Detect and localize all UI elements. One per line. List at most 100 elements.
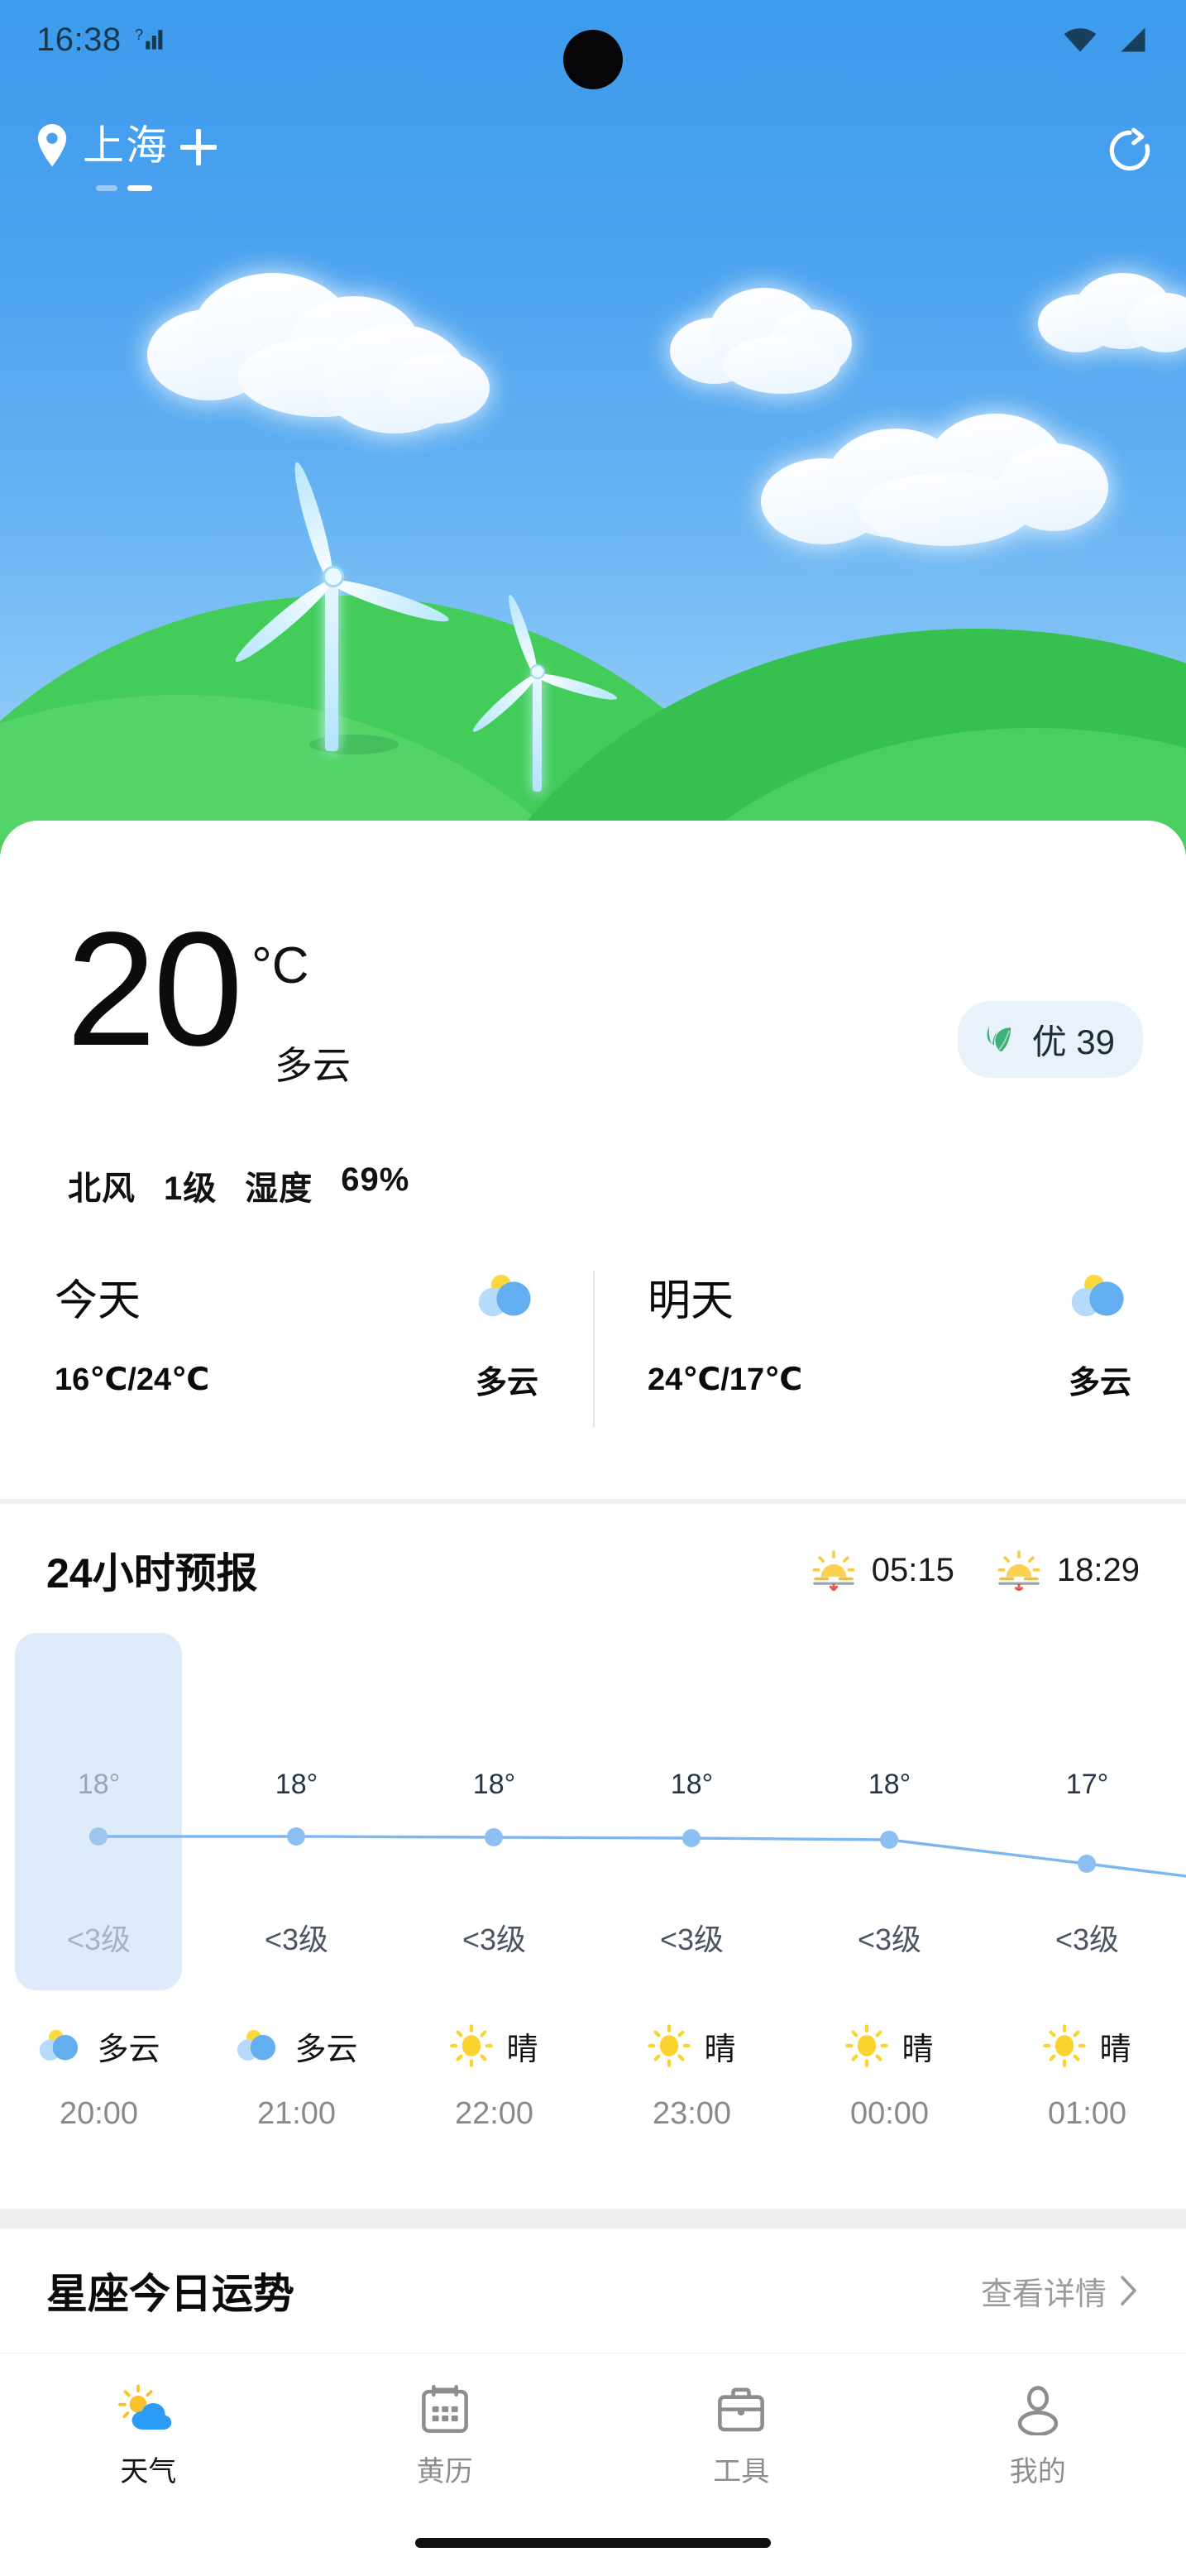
tomorrow-temps: 24℃/17℃ — [648, 1362, 803, 1397]
hourly-forecast-header: 24小时预报 05:15 18:29 — [0, 1504, 1186, 1636]
today-label: 今天 — [55, 1276, 141, 1325]
hour-column[interactable]: 18° <3级 — [395, 1628, 593, 2009]
sunset-icon — [997, 1550, 1040, 1591]
refresh-button[interactable] — [1107, 124, 1153, 178]
hour-time: 22:00 — [454, 2096, 534, 2131]
tomorrow-label: 明天 — [648, 1276, 734, 1325]
hourly-temperature-chart[interactable]: 18° <3级 18° <3级 18° <3级 18° <3级 18° <3级 … — [0, 1628, 1186, 2009]
tab-label-tools: 工具 — [713, 2455, 770, 2487]
tab-label-weather: 天气 — [120, 2455, 177, 2487]
hour-column[interactable]: 17° <3级 — [988, 1628, 1186, 2009]
page-dot[interactable] — [96, 185, 117, 191]
wifi-icon — [1064, 28, 1097, 52]
sunrise-time: 05:15 — [871, 1551, 954, 1588]
air-quality-badge[interactable]: 优 39 — [957, 1001, 1143, 1078]
weather-app-screen: 16:38 ? 上海 20 °C 多云 优 39 北风 1级 湿度 69% 今天… — [0, 0, 1186, 2576]
home-indicator[interactable] — [415, 2538, 771, 2548]
hour-temp: 18° — [868, 1769, 911, 1800]
tab-profile[interactable]: 我的 — [890, 2353, 1186, 2519]
hour-condition-cell: 晴 — [395, 2000, 593, 2091]
horoscope-more-link[interactable]: 查看详情 — [981, 2268, 1140, 2314]
hourly-time-row: 20:00 21:00 22:00 23:00 00:00 01:00 — [0, 2096, 1186, 2171]
refresh-icon — [1109, 127, 1150, 171]
hour-wind: <3级 — [1054, 1922, 1120, 1956]
hour-wind: <3级 — [66, 1922, 132, 1956]
tomorrow-card[interactable]: 明天 24℃/17℃ 多云 — [593, 1251, 1186, 1466]
hour-condition-cell: 晴 — [791, 2000, 988, 2091]
hour-time: 00:00 — [849, 2096, 930, 2131]
sun-behind-cloud-icon — [40, 2029, 79, 2061]
hour-time: 21:00 — [256, 2096, 337, 2131]
hour-column[interactable]: 18° <3级 — [593, 1628, 791, 2009]
wind-turbine-icon — [469, 592, 678, 798]
hour-time: 20:00 — [59, 2096, 139, 2131]
hourly-columns: 18° <3级 18° <3级 18° <3级 18° <3级 18° <3级 … — [0, 1628, 1186, 2009]
today-card[interactable]: 今天 16℃/24℃ 多云 — [0, 1251, 593, 1466]
sunrise-info: 05:15 — [811, 1549, 954, 1591]
sun-behind-cloud-icon — [1071, 1275, 1124, 1317]
location-header: 上海 — [0, 124, 1186, 223]
city-name[interactable]: 上海 — [83, 125, 169, 170]
hour-condition: 多云 — [294, 2032, 358, 2067]
hour-condition: 晴 — [704, 2032, 736, 2067]
wind-humidity-row: 北风 1级 湿度 69% — [68, 1161, 409, 1209]
horoscope-more-label: 查看详情 — [980, 2277, 1107, 2312]
svg-text:?: ? — [135, 26, 143, 43]
sun-icon — [1043, 2024, 1087, 2067]
hour-condition: 多云 — [97, 2032, 160, 2067]
tab-weather[interactable]: 天气 — [0, 2353, 297, 2519]
hour-condition-cell: 晴 — [988, 2000, 1186, 2091]
signal-bars-icon — [1121, 27, 1145, 52]
hour-condition-cell: 多云 — [0, 2000, 198, 2091]
horoscope-card[interactable]: 星座今日运势 查看详情 — [0, 2229, 1186, 2353]
horoscope-title: 星座今日运势 — [46, 2271, 294, 2317]
hour-temp: 18° — [472, 1769, 516, 1800]
tab-tools[interactable]: 工具 — [593, 2353, 890, 2519]
bottom-tab-bar: 天气 黄历 工具 我的 — [0, 2353, 1186, 2576]
hour-column[interactable]: 18° <3级 — [198, 1628, 395, 2009]
current-condition: 多云 — [275, 1044, 351, 1087]
sun-behind-cloud-icon — [478, 1275, 531, 1317]
hour-column[interactable]: 18° <3级 — [0, 1628, 198, 2009]
hour-condition: 晴 — [1099, 2032, 1131, 2067]
temperature-unit: °C — [251, 937, 309, 994]
today-condition: 多云 — [475, 1366, 538, 1401]
sunrise-icon — [812, 1550, 855, 1591]
hour-temp: 18° — [670, 1769, 714, 1800]
cellular-signal-icon: ? — [135, 26, 162, 50]
hour-wind: <3级 — [659, 1922, 725, 1956]
air-quality-text: 优 39 — [1031, 1022, 1115, 1061]
tab-label-almanac: 黄历 — [416, 2455, 473, 2487]
calendar-icon — [421, 2384, 468, 2433]
hour-temp: 17° — [1065, 1769, 1109, 1800]
hour-time: 23:00 — [652, 2096, 732, 2131]
today-tomorrow-row: 今天 16℃/24℃ 多云 明天 24℃/17℃ 多云 — [0, 1251, 1186, 1466]
tab-almanac[interactable]: 黄历 — [297, 2353, 594, 2519]
hourly-condition-row: 多云 多云 晴 晴 晴 晴 — [0, 2000, 1186, 2091]
page-dot-active[interactable] — [127, 185, 152, 191]
section-divider — [0, 2209, 1186, 2229]
sun-cloud-icon — [118, 2384, 172, 2430]
hour-wind: <3级 — [857, 1922, 922, 1956]
leaf-icon — [987, 1026, 1011, 1051]
page-indicator — [96, 185, 152, 191]
tomorrow-condition: 多云 — [1068, 1366, 1131, 1401]
hourly-forecast-card: 24小时预报 05:15 18:29 18° <3级 18° <3级 18° <… — [0, 1504, 1186, 2209]
person-icon — [1017, 2385, 1058, 2435]
today-temps: 16℃/24℃ — [55, 1362, 210, 1397]
sun-icon — [845, 2024, 889, 2067]
hour-wind: <3级 — [264, 1922, 329, 1956]
sun-icon — [450, 2024, 494, 2067]
hour-temp: 18° — [275, 1769, 318, 1800]
sun-icon — [648, 2024, 691, 2067]
wind-level: 1级 — [164, 1171, 218, 1207]
briefcase-icon — [718, 2387, 765, 2431]
hour-column[interactable]: 18° <3级 — [791, 1628, 988, 2009]
hour-wind: <3级 — [461, 1922, 527, 1956]
plus-icon[interactable] — [180, 129, 217, 165]
status-time: 16:38 — [36, 21, 122, 58]
hour-condition-cell: 多云 — [198, 2000, 395, 2091]
hour-time: 01:00 — [1047, 2096, 1127, 2131]
camera-notch — [563, 30, 623, 89]
hour-condition: 晴 — [901, 2032, 934, 2067]
